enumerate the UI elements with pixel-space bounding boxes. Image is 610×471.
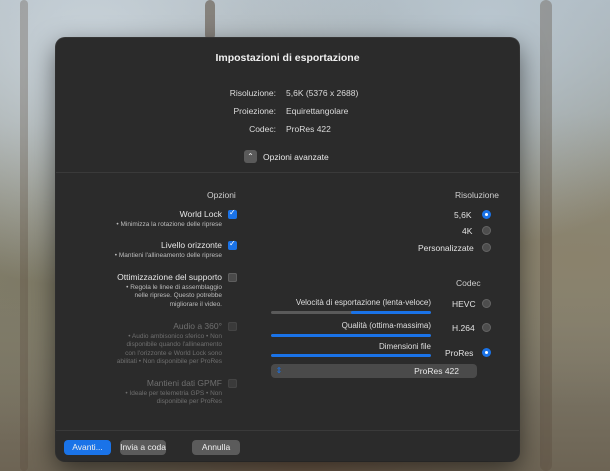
slider-label-speed: Velocità di esportazione (lenta-veloce) [295, 298, 431, 307]
info-value: Equirettangolare [286, 106, 349, 116]
slider-label-quality: Qualità (ottima-massima) [341, 321, 431, 330]
radio-label[interactable]: 5,6K [454, 210, 472, 220]
chevron-updown-icon: ⇕ [275, 366, 283, 375]
slider-speed[interactable] [271, 311, 431, 314]
option-title[interactable]: World Lock [96, 209, 222, 219]
codec-heading: Codec [456, 278, 481, 288]
option-title[interactable]: Ottimizzazione del supporto [96, 272, 222, 282]
background-tree [205, 0, 215, 40]
info-value: ProRes 422 [286, 124, 331, 134]
info-label: Codec: [249, 124, 276, 134]
info-label: Risoluzione: [229, 88, 276, 98]
option-desc: • Mantieni l'allineamento delle riprese [114, 252, 222, 259]
slider-label-filesize: Dimensioni file [378, 342, 431, 351]
option-desc: • Regola le linee di assemblaggio nelle … [126, 284, 222, 308]
divider [56, 172, 519, 173]
checkbox-audio-360 [228, 322, 237, 331]
slider-quality[interactable] [271, 334, 431, 337]
radio-label[interactable]: HEVC [452, 299, 476, 309]
option-desc: • Audio ambisonico sferico • Non disponi… [116, 333, 222, 366]
chevron-up-icon: ⌃ [247, 152, 254, 161]
radio-label[interactable]: Personalizzate [418, 243, 474, 253]
background-tree [20, 0, 28, 471]
radio-resolution-4k[interactable] [482, 226, 491, 235]
radio-codec-hevc[interactable] [482, 299, 491, 308]
radio-codec-h264[interactable] [482, 323, 491, 332]
radio-codec-prores[interactable] [482, 348, 491, 357]
radio-resolution-custom[interactable] [482, 243, 491, 252]
checkbox-stitch-optimization[interactable] [228, 273, 237, 282]
select-value: ProRes 422 [414, 366, 459, 376]
checkbox-world-lock[interactable] [228, 208, 237, 219]
export-settings-dialog: Impostazioni di esportazione Risoluzione… [56, 38, 519, 461]
advanced-options-label[interactable]: Opzioni avanzate [263, 152, 329, 162]
info-label: Proiezione: [233, 106, 276, 116]
send-to-queue-button[interactable]: Invia a coda [120, 440, 166, 455]
radio-label[interactable]: 4K [462, 226, 472, 236]
slider-fill [271, 334, 431, 337]
background-tree [540, 0, 552, 471]
advanced-options-toggle[interactable]: ⌃ [244, 150, 257, 163]
radio-label[interactable]: H.264 [452, 323, 475, 333]
option-title: Mantieni dati GPMF [146, 378, 222, 388]
resolution-heading: Risoluzione [455, 190, 499, 200]
option-title: Audio a 360° [173, 321, 222, 331]
options-heading: Opzioni [207, 190, 236, 200]
dialog-title: Impostazioni di esportazione [215, 52, 360, 64]
slider-fill [271, 354, 431, 357]
radio-resolution-5-6k[interactable] [482, 210, 491, 219]
prores-variant-select[interactable]: ⇕ ProRes 422 [271, 364, 477, 378]
option-title[interactable]: Livello orizzonte [96, 240, 222, 250]
checkbox-keep-gpmf [228, 379, 237, 388]
option-desc: • Minimizza la rotazione delle riprese [116, 221, 222, 228]
next-button[interactable]: Avanti... [64, 440, 111, 455]
slider-fill [351, 311, 431, 314]
slider-filesize[interactable] [271, 354, 431, 357]
cancel-button[interactable]: Annulla [192, 440, 240, 455]
radio-label[interactable]: ProRes [445, 348, 473, 358]
option-desc: • Ideale per telemetria GPS • Non dispon… [125, 390, 222, 406]
info-value: 5,6K (5376 x 2688) [286, 88, 359, 98]
divider [56, 430, 519, 431]
checkbox-horizon-level[interactable] [228, 239, 237, 250]
